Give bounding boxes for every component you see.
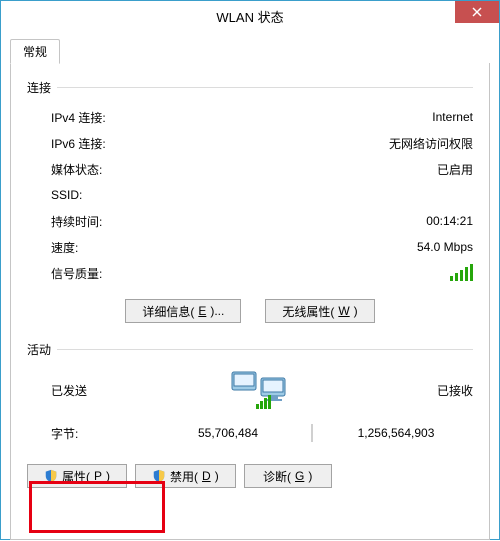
activity-row: 已发送	[27, 366, 473, 420]
wlan-status-window: WLAN 状态 常规 连接 IPv4 连接: Internet IPv6 连接:	[0, 0, 500, 540]
disable-button-key: D	[202, 469, 211, 483]
row-ipv6: IPv6 连接: 无网络访问权限	[51, 130, 473, 156]
wireless-button-pre: 无线属性(	[282, 303, 334, 320]
row-ssid: SSID:	[51, 182, 473, 208]
diagnose-button-pre: 诊断(	[263, 468, 291, 485]
bottom-action-row: 属性( P) 禁用( D) 诊断( G)	[27, 464, 473, 488]
received-label: 已接收	[437, 382, 473, 399]
properties-button-pre: 属性(	[62, 468, 90, 485]
bytes-row: 字节: 55,706,484 1,256,564,903	[51, 424, 473, 442]
value-signal	[221, 263, 473, 284]
divider	[57, 349, 473, 350]
close-icon	[472, 7, 482, 17]
disable-button[interactable]: 禁用( D)	[135, 464, 236, 488]
shield-icon	[152, 469, 166, 483]
bytes-label: 字节:	[51, 425, 151, 442]
divider	[311, 424, 313, 442]
label-media-state: 媒体状态:	[51, 161, 221, 178]
diagnose-button-key: G	[295, 469, 304, 483]
close-button[interactable]	[455, 1, 499, 23]
tab-general[interactable]: 常规	[10, 39, 60, 64]
row-ipv4: IPv4 连接: Internet	[51, 104, 473, 130]
label-speed: 速度:	[51, 239, 221, 256]
group-header-activity: 活动	[27, 341, 473, 358]
details-button-key: E	[198, 304, 206, 318]
details-button[interactable]: 详细信息( E)...	[125, 299, 241, 323]
signal-strength-icon	[450, 263, 473, 281]
divider	[57, 87, 473, 88]
group-label-connection: 连接	[27, 79, 51, 96]
diagnose-button-post: )	[308, 469, 312, 483]
properties-button-key: P	[94, 469, 102, 483]
properties-button[interactable]: 属性( P)	[27, 464, 127, 488]
wireless-properties-button[interactable]: 无线属性( W)	[265, 299, 374, 323]
titlebar: WLAN 状态	[1, 1, 499, 31]
group-header-connection: 连接	[27, 79, 473, 96]
activity-graphic	[202, 368, 322, 412]
received-bytes-value: 1,256,564,903	[319, 426, 473, 440]
value-media-state: 已启用	[221, 161, 473, 178]
row-speed: 速度: 54.0 Mbps	[51, 234, 473, 260]
value-speed: 54.0 Mbps	[221, 240, 473, 254]
row-media-state: 媒体状态: 已启用	[51, 156, 473, 182]
row-signal: 信号质量:	[51, 260, 473, 287]
client-area: 常规 连接 IPv4 连接: Internet IPv6 连接: 无网络访问权限	[1, 31, 499, 541]
label-ipv4: IPv4 连接:	[51, 109, 221, 126]
window-title: WLAN 状态	[216, 7, 283, 26]
label-duration: 持续时间:	[51, 213, 221, 230]
value-ipv6: 无网络访问权限	[221, 135, 473, 152]
group-label-activity: 活动	[27, 341, 51, 358]
annotation-highlight	[29, 481, 165, 533]
label-ipv6: IPv6 连接:	[51, 135, 221, 152]
computers-icon	[226, 368, 298, 412]
wireless-button-key: W	[338, 304, 349, 318]
diagnose-button[interactable]: 诊断( G)	[244, 464, 332, 488]
wireless-button-post: )	[354, 304, 358, 318]
properties-button-post: )	[106, 469, 110, 483]
disable-button-pre: 禁用(	[170, 468, 198, 485]
tab-panel: 连接 IPv4 连接: Internet IPv6 连接: 无网络访问权限 媒体…	[10, 63, 490, 540]
label-signal: 信号质量:	[51, 265, 221, 282]
details-button-post: )...	[210, 304, 224, 318]
connection-buttons: 详细信息( E)... 无线属性( W)	[27, 299, 473, 323]
value-ipv4: Internet	[221, 110, 473, 124]
label-ssid: SSID:	[51, 188, 221, 202]
disable-button-post: )	[215, 469, 219, 483]
shield-icon	[44, 469, 58, 483]
details-button-pre: 详细信息(	[142, 303, 194, 320]
sent-bytes-value: 55,706,484	[151, 426, 305, 440]
row-duration: 持续时间: 00:14:21	[51, 208, 473, 234]
sent-label: 已发送	[51, 382, 87, 399]
connection-rows: IPv4 连接: Internet IPv6 连接: 无网络访问权限 媒体状态:…	[51, 104, 473, 287]
value-duration: 00:14:21	[221, 214, 473, 228]
tabstrip: 常规	[10, 40, 490, 64]
